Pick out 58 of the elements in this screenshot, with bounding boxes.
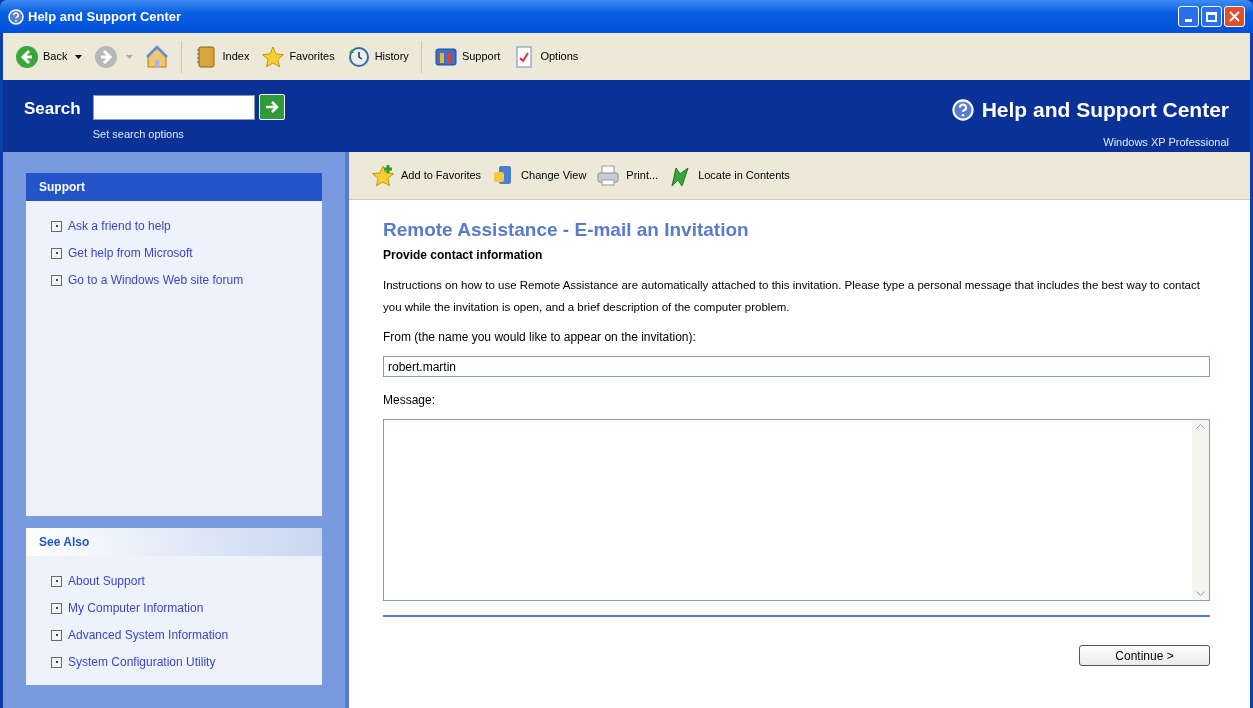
caret-icon xyxy=(126,54,134,59)
page-title: Remote Assistance - E-mail an Invitation xyxy=(383,218,750,242)
search-go-button[interactable] xyxy=(258,94,285,120)
search-field[interactable] xyxy=(92,94,255,120)
minimize-button[interactable] xyxy=(1178,6,1199,27)
locate-button[interactable]: Locate in Contents xyxy=(668,163,790,188)
sidebar-link[interactable]: Advanced System Information xyxy=(51,626,261,644)
from-field[interactable]: robert.martin xyxy=(383,356,1210,377)
search-label: Search xyxy=(24,98,81,120)
message-field[interactable] xyxy=(383,419,1210,601)
brand-title: Help and Support Center xyxy=(981,97,1229,123)
index-button[interactable]: Index xyxy=(190,39,254,74)
bullet-icon xyxy=(51,602,62,614)
close-icon xyxy=(1229,11,1240,22)
page-subtitle: Provide contact information xyxy=(383,247,544,264)
star-icon xyxy=(261,44,286,69)
from-label: From (the name you would like to appear on the invitation): xyxy=(383,329,697,346)
arrow-icon xyxy=(263,99,280,115)
sidebar-link[interactable]: My Computer Information xyxy=(51,599,261,617)
history-button[interactable]: History xyxy=(342,39,413,74)
bullet-icon xyxy=(51,220,62,232)
search-options-link[interactable]: Set search options xyxy=(92,126,285,143)
sidebar-link[interactable]: Get help from Microsoft xyxy=(51,244,261,262)
continue-button[interactable]: Continue > xyxy=(1079,645,1210,666)
bullet-icon xyxy=(51,247,62,259)
bullet-icon xyxy=(51,656,62,668)
edition-label: Windows XP Professional xyxy=(1103,134,1229,150)
favorites-button[interactable]: Favorites xyxy=(257,39,339,74)
print-button[interactable]: Print... xyxy=(596,163,659,188)
maximize-button[interactable] xyxy=(1201,6,1222,27)
message-label: Message: xyxy=(383,392,437,409)
scroll-bar[interactable] xyxy=(1192,420,1209,600)
add-favorites-button[interactable]: Add to Favorites xyxy=(371,163,482,188)
window-title: Help and Support Center xyxy=(28,7,182,26)
bullet-icon xyxy=(51,274,62,286)
close-button[interactable] xyxy=(1224,6,1245,27)
support-button[interactable]: Support xyxy=(429,39,505,74)
back-button[interactable]: Back xyxy=(11,39,87,74)
help-icon xyxy=(8,8,24,25)
sidebar-link[interactable]: About Support xyxy=(51,572,261,590)
options-button[interactable]: Options xyxy=(508,39,583,74)
house-icon xyxy=(145,44,170,69)
bullet-icon xyxy=(51,629,62,641)
sidebar-link[interactable]: System Configuration Utility xyxy=(51,653,261,671)
change-view-button[interactable]: Change View xyxy=(491,163,587,188)
panel-header: Support xyxy=(26,173,322,201)
bullet-icon xyxy=(51,575,62,587)
sidebar-link[interactable]: Go to a Windows Web site forum xyxy=(51,271,261,289)
instructions-text: Instructions on how to use Remote Assistance are automatically attached to this invitation. Please type a personal message that includes the best way to contact you while the invitation is open, and a brief description of the computer problem. xyxy=(383,278,1201,315)
help-icon xyxy=(951,98,974,121)
clock-icon xyxy=(346,44,371,69)
star-icon xyxy=(371,163,395,188)
scroll-down-icon xyxy=(1196,591,1205,596)
scroll-up-icon xyxy=(1196,424,1205,429)
printer-icon xyxy=(596,163,621,188)
caret-icon xyxy=(75,54,83,59)
sidebar-link[interactable]: Ask a friend to help xyxy=(51,217,261,235)
panel-header: See Also xyxy=(26,528,322,556)
